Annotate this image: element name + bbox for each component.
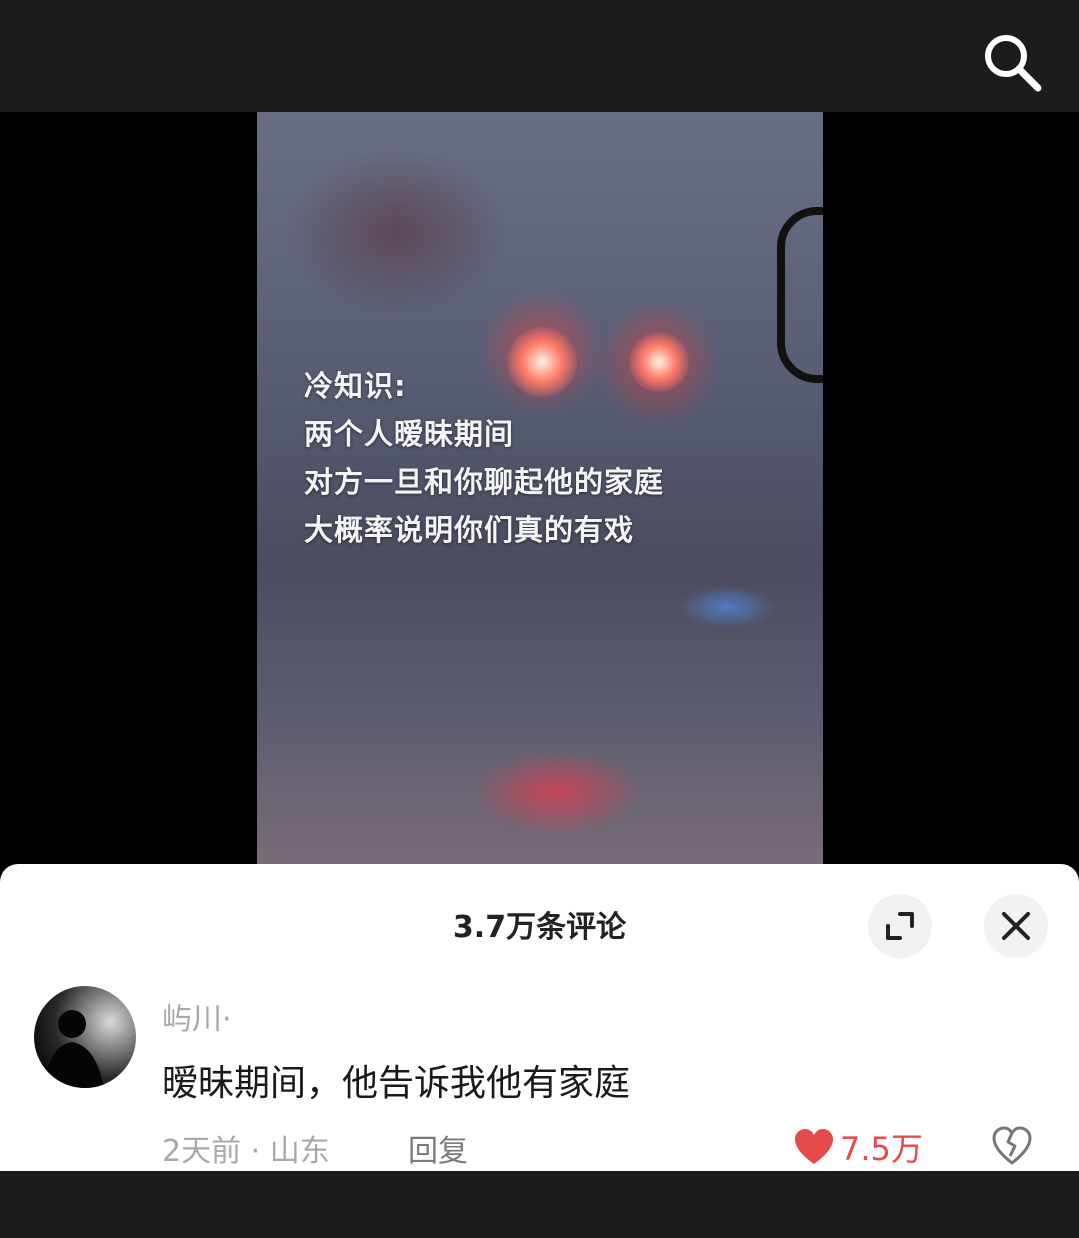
caption-line: 对方一旦和你聊起他的家庭 [304, 465, 665, 499]
caption-line: 冷知识: [304, 369, 407, 403]
expand-icon [886, 912, 914, 940]
reply-button[interactable]: 回复 [408, 1126, 468, 1170]
close-icon [1002, 912, 1030, 940]
comment-text: 暧昧期间，他告诉我他有家庭 [162, 1063, 631, 1104]
video-player[interactable]: 冷知识: 两个人暧昧期间 对方一旦和你聊起他的家庭 大概率说明你们真的有戏 [0, 112, 1079, 864]
avatar[interactable] [34, 986, 136, 1088]
comments-sheet: 3.7万条评论 屿川· 暧昧期间，他告诉我他有家庭 2天前 · 山东 回复 7.… [0, 864, 1079, 1171]
video-frame[interactable]: 冷知识: 两个人暧昧期间 对方一旦和你聊起他的家庭 大概率说明你们真的有戏 [257, 112, 823, 864]
comment-meta: 2天前 · 山东 [162, 1134, 330, 1169]
expand-button[interactable] [868, 894, 932, 958]
broken-heart-icon[interactable] [992, 1126, 1032, 1166]
comment-username[interactable]: 屿川· [162, 994, 232, 1038]
caption-line: 大概率说明你们真的有戏 [304, 513, 635, 547]
heart-icon[interactable] [794, 1128, 834, 1166]
close-button[interactable] [984, 894, 1048, 958]
like-count: 7.5万 [840, 1130, 923, 1168]
avatar-silhouette [44, 1010, 104, 1088]
car-mirror [777, 207, 823, 383]
search-icon[interactable] [982, 32, 1044, 94]
caption-line: 两个人暧昧期间 [304, 417, 515, 451]
top-status-bar [0, 0, 1079, 112]
video-caption: 冷知识: 两个人暧昧期间 对方一旦和你聊起他的家庭 大概率说明你们真的有戏 [304, 362, 664, 554]
bottom-bar [0, 1171, 1079, 1238]
